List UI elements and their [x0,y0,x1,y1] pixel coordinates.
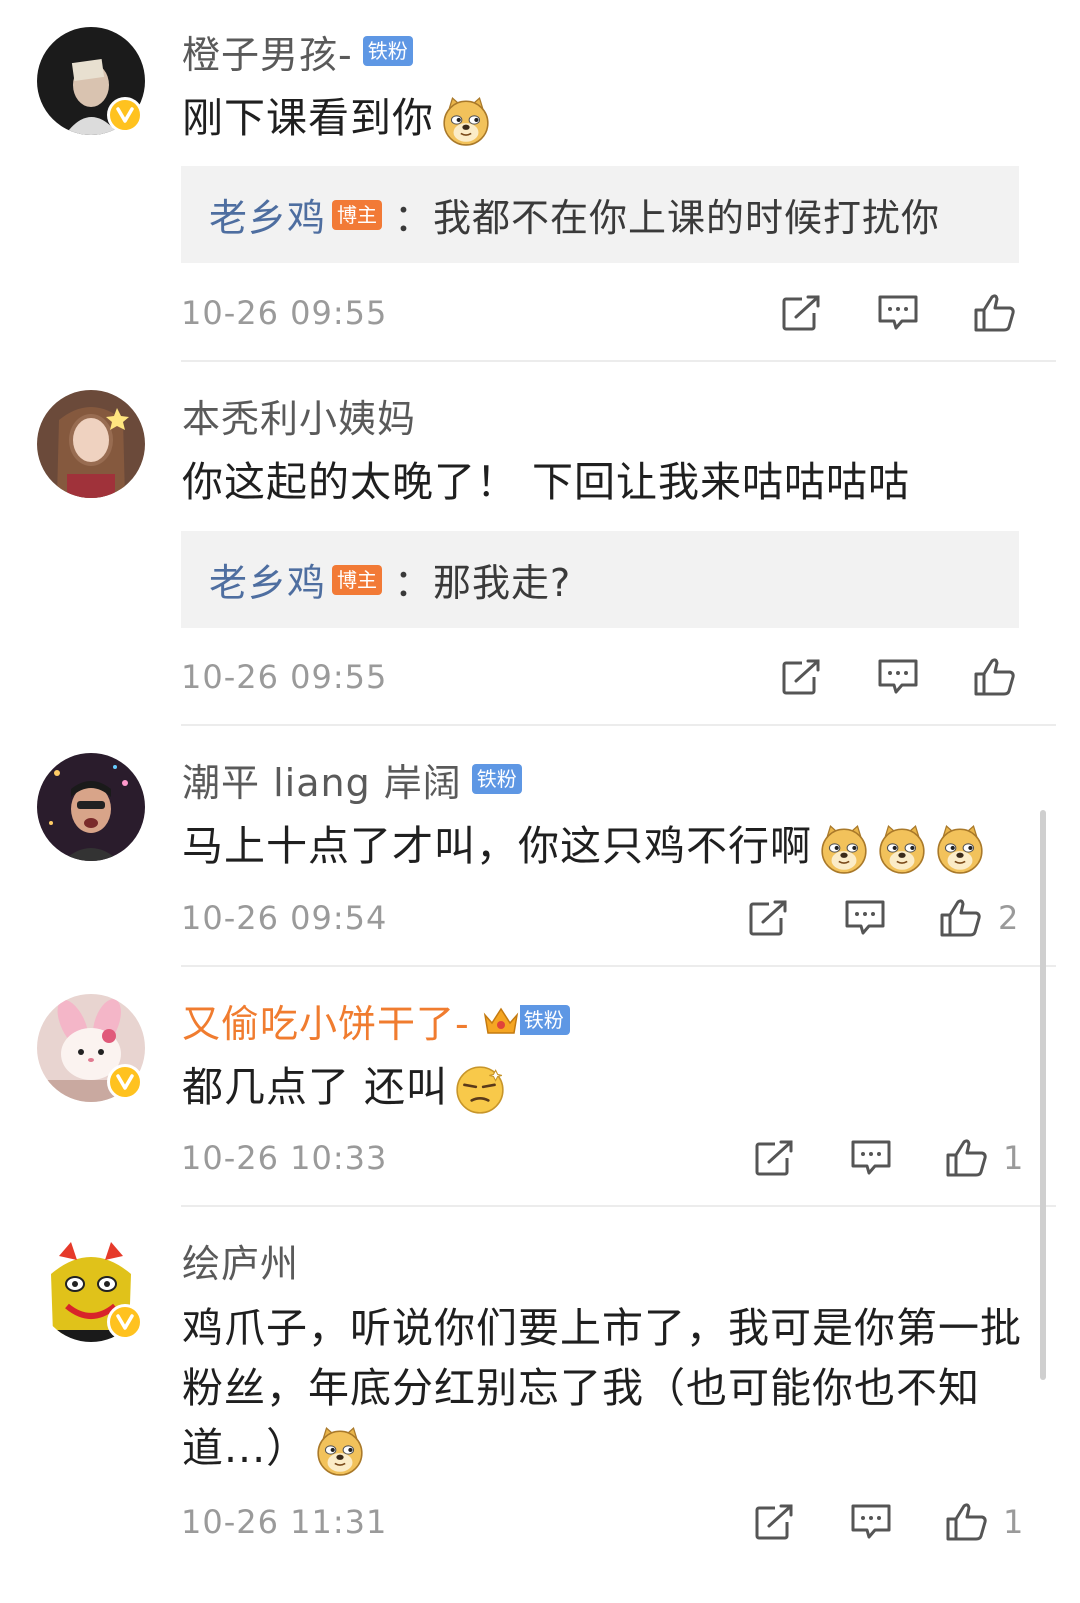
like-icon[interactable] [944,1502,988,1542]
reply-author-name[interactable]: 老乡鸡 [209,187,326,242]
doge-emoji [314,1425,366,1477]
avatar[interactable] [37,1234,145,1342]
author-reply[interactable]: 老乡鸡 博主 ：我都不在你上课的时候打扰你 [181,166,1019,263]
avatar[interactable] [37,753,145,861]
verified-badge-icon [107,1064,143,1100]
avatar[interactable] [37,390,145,498]
host-badge: 博主 [332,564,383,595]
divider [181,965,1056,967]
username[interactable]: 绘庐州 [182,1233,299,1288]
comment-time: 10-26 09:55 [181,658,388,696]
like-icon[interactable] [972,293,1016,333]
scrollbar[interactable] [1040,810,1046,1380]
divider [181,724,1056,726]
comment-icon[interactable] [876,657,920,697]
comment-text: 刚下课看到你 [182,88,1022,148]
divider [181,360,1056,362]
fan-badge: 铁粉 [471,764,522,794]
comment-time: 10-26 11:31 [181,1503,388,1541]
comment-text: 马上十点了才叫，你这只鸡不行啊 [182,816,1022,876]
doge-emoji [440,95,492,147]
divider [181,1205,1056,1207]
fan-badge: 铁粉 [362,36,413,66]
comment-text: 都几点了 还叫 [182,1057,1022,1117]
username[interactable]: 潮平 liang 岸阔 [182,752,462,807]
repost-icon[interactable] [753,1502,797,1542]
smug-emoji [454,1064,506,1116]
comment-text: 你这起的太晚了！ 下回让我来咕咕咕咕 [182,458,911,506]
reply-author-name[interactable]: 老乡鸡 [209,552,326,607]
comment-text: 鸡爪子，听说你们要上市了，我可是你第一批粉丝，年底分红别忘了我（也可能你也不知道… [182,1298,1022,1478]
username[interactable]: 又偷吃小饼干了- [182,993,470,1048]
repost-icon[interactable] [753,1138,797,1178]
repost-icon[interactable] [747,898,791,938]
comment-time: 10-26 09:55 [181,294,388,332]
like-count: 1 [1003,1503,1024,1541]
verified-badge-icon [107,97,143,133]
like-count: 2 [998,899,1019,937]
repost-icon[interactable] [780,657,824,697]
comment-time: 10-26 09:54 [181,899,388,937]
like-icon[interactable] [944,1138,988,1178]
like-icon[interactable] [972,657,1016,697]
comment-icon[interactable] [843,898,887,938]
host-badge: 博主 [332,199,383,230]
avatar[interactable] [37,27,145,135]
username[interactable]: 本秃利小姨妈 [182,388,416,443]
repost-icon[interactable] [780,293,824,333]
comment-time: 10-26 10:33 [181,1139,388,1177]
doge-emoji [876,823,928,875]
doge-emoji [818,823,870,875]
comment-feed: 橙子男孩- 铁粉 刚下课看到你 老乡鸡 博主 ：我都不在你上课的时候打扰你 10… [0,0,1080,1603]
verified-badge-icon [107,1304,143,1340]
doge-emoji [934,823,986,875]
fan-badge: 铁粉 [519,1005,570,1035]
comment-icon[interactable] [876,293,920,333]
like-count: 1 [1003,1139,1024,1177]
reply-text: ：那我走? [394,561,572,605]
username[interactable]: 橙子男孩- [182,24,353,79]
avatar[interactable] [37,994,145,1102]
reply-text: ：我都不在你上课的时候打扰你 [394,196,941,240]
author-reply[interactable]: 老乡鸡 博主 ：那我走? [181,531,1019,628]
comment-icon[interactable] [849,1138,893,1178]
like-icon[interactable] [938,898,982,938]
crown-icon [483,1007,518,1034]
comment-icon[interactable] [849,1502,893,1542]
